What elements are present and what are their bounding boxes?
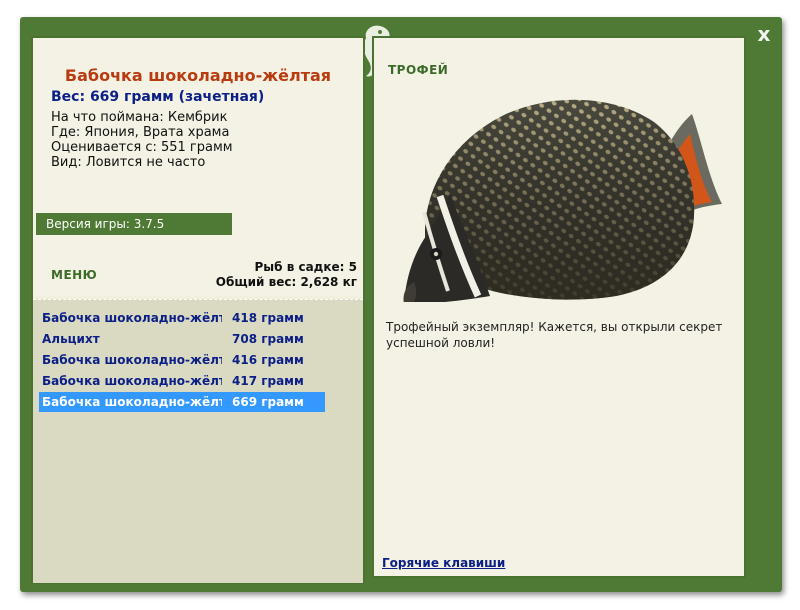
trophy-message: Трофейный экземпляр! Кажется, вы открыли… — [386, 320, 723, 350]
list-item-weight: 669 грамм — [232, 395, 304, 409]
list-item-weight: 708 грамм — [232, 332, 304, 346]
list-item-selected[interactable]: Бабочка шоколадно-жёлтая 669 грамм — [39, 392, 325, 412]
catch-details: Бабочка шоколадно-жёлтая Вес: 669 грамм … — [33, 38, 363, 296]
list-item[interactable]: Бабочка шоколадно-жёлтая 417 грамм — [39, 371, 325, 391]
list-item[interactable]: Бабочка шоколадно-жёлтая 418 грамм — [39, 308, 325, 328]
list-item-name: Альцихт — [42, 332, 100, 346]
list-item-name: Бабочка шоколадно-жёлтая — [42, 374, 222, 388]
trophy-panel: ТРОФЕЙ Трофейный экземпляр! Кажется, вы … — [372, 36, 746, 578]
butterflyfish-image — [403, 99, 722, 302]
list-item[interactable]: Альцихт 708 грамм — [39, 329, 325, 349]
catch-info-panel: Бабочка шоколадно-жёлтая Вес: 669 грамм … — [31, 36, 365, 584]
list-item-weight: 416 грамм — [232, 353, 304, 367]
close-button[interactable]: x — [752, 22, 776, 46]
list-item-name: Бабочка шоколадно-жёлтая — [42, 353, 222, 367]
price-info: Оценивается с: 551 грамм — [51, 140, 233, 155]
list-item-weight: 417 грамм — [232, 374, 304, 388]
fish-weight: Вес: 669 грамм (зачетная) — [51, 89, 265, 105]
bait-info: На что поймана: Кембрик — [51, 110, 228, 125]
menu-button[interactable]: МЕНЮ — [51, 268, 97, 282]
game-version: Версия игры: 3.7.5 — [36, 213, 232, 235]
fish-count: Рыб в садке: 5 — [254, 260, 358, 274]
fish-title: Бабочка шоколадно-жёлтая — [64, 66, 332, 85]
hotkeys-link[interactable]: Горячие клавиши — [382, 556, 505, 570]
trophy-label: ТРОФЕЙ — [388, 63, 449, 77]
rarity-info: Вид: Ловится не часто — [51, 155, 206, 170]
list-item[interactable]: Бабочка шоколадно-жёлтая 416 грамм — [39, 350, 325, 370]
location-info: Где: Япония, Врата храма — [51, 125, 230, 140]
total-weight: Общий вес: 2,628 кг — [215, 275, 357, 289]
cage-stats: Рыб в садке: 5 Общий вес: 2,628 кг — [216, 260, 357, 290]
list-item-weight: 418 грамм — [232, 311, 304, 325]
list-item-name: Бабочка шоколадно-жёлтая — [42, 395, 222, 409]
fish-list: Бабочка шоколадно-жёлтая 418 грамм Альци… — [33, 299, 363, 583]
list-item-name: Бабочка шоколадно-жёлтая — [42, 311, 222, 325]
